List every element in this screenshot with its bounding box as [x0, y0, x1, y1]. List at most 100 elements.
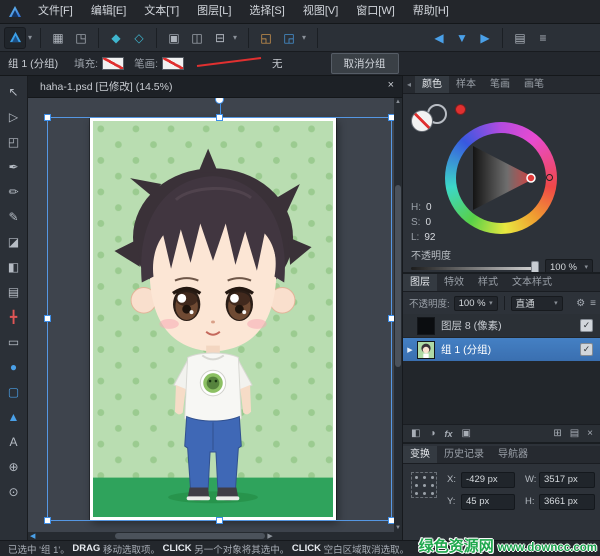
expander-icon[interactable]: ▶ — [403, 346, 417, 354]
horizontal-scroll-thumb[interactable] — [115, 533, 265, 539]
w-input[interactable]: 3517 px — [539, 472, 595, 488]
blend-mode-dropdown[interactable]: 直通 ▾ — [511, 296, 563, 311]
grid-icon[interactable]: ▦ — [48, 28, 68, 48]
selection-handle-middle-left[interactable] — [44, 315, 51, 322]
menu-text[interactable]: 文本[T] — [135, 0, 188, 23]
arrange-icon[interactable]: ▤ — [510, 28, 530, 48]
horizontal-scrollbar[interactable]: ◀ ▶ — [28, 532, 402, 540]
mask-layer-icon[interactable]: ◧ — [411, 428, 420, 439]
layer-name[interactable]: 组 1 (分组) — [441, 342, 580, 357]
opacity-slider-track[interactable] — [411, 267, 539, 270]
stroke-swatch[interactable] — [162, 57, 184, 70]
vertical-scrollbar[interactable]: ▲ ▼ — [394, 98, 402, 532]
anchor-selector[interactable] — [411, 472, 437, 498]
selection-new-icon[interactable]: ▣ — [164, 28, 184, 48]
tab-color[interactable]: 颜色 — [415, 76, 449, 93]
h-input[interactable]: 3661 px — [539, 494, 595, 510]
menu-edit[interactable]: 编辑[E] — [82, 0, 135, 23]
layer-thumbnail[interactable] — [417, 341, 435, 359]
tab-swatches[interactable]: 样本 — [449, 76, 483, 93]
tab-navigator[interactable]: 导航器 — [491, 446, 535, 463]
text-tool[interactable]: A — [1, 429, 27, 454]
tab-transform[interactable]: 变换 — [403, 446, 437, 463]
persona-caret-icon[interactable]: ▾ — [28, 33, 32, 42]
menu-layer[interactable]: 图层[L] — [188, 0, 240, 23]
hue-selector-dot[interactable] — [546, 174, 553, 181]
canvas-page[interactable] — [90, 118, 336, 520]
fill-swatch[interactable] — [102, 57, 124, 70]
selection-handle-bottom-left[interactable] — [44, 517, 51, 524]
ellipse-tool[interactable]: ● — [1, 354, 27, 379]
rounded-rectangle-tool[interactable]: ▢ — [1, 379, 27, 404]
layers-empty-area[interactable] — [403, 362, 600, 424]
color-wheel[interactable] — [445, 122, 557, 234]
crop-tool[interactable]: ◰ — [1, 129, 27, 154]
color-picker-tool[interactable]: ╋ — [1, 304, 27, 329]
pentagon-outline-icon[interactable]: ◇ — [129, 28, 149, 48]
node-tool[interactable]: ▷ — [1, 104, 27, 129]
menu-view[interactable]: 视图[V] — [294, 0, 347, 23]
menu-window[interactable]: 窗口[W] — [347, 0, 404, 23]
tab-effects[interactable]: 特效 — [437, 274, 471, 291]
chevron-left-icon[interactable]: ◂ — [403, 80, 415, 89]
scroll-left-icon[interactable]: ◀ — [30, 532, 35, 540]
layer-list-icon[interactable]: ▤ — [570, 428, 579, 439]
canvas-viewport[interactable]: ▲ ▼ — [28, 98, 402, 532]
scroll-up-icon[interactable]: ▲ — [394, 99, 402, 105]
document-tab[interactable]: haha-1.psd [已修改] (14.5%) — [28, 79, 184, 94]
selection-handle-top-left[interactable] — [44, 114, 51, 121]
menu-select[interactable]: 选择[S] — [240, 0, 293, 23]
layer-visibility-checkbox[interactable]: ✓ — [580, 343, 593, 356]
triangle-tool[interactable]: ▲ — [1, 404, 27, 429]
gradient-tool[interactable]: ▤ — [1, 279, 27, 304]
layer-visibility-checkbox[interactable]: ✓ — [580, 319, 593, 332]
pentagon-filled-icon[interactable]: ◆ — [106, 28, 126, 48]
fill-tool[interactable]: ◧ — [1, 254, 27, 279]
close-icon[interactable]: × — [388, 79, 394, 91]
rotation-handle[interactable] — [215, 98, 224, 104]
stroke-style-preview[interactable] — [194, 55, 264, 72]
selection-subtract-icon[interactable]: ⊟ — [210, 28, 230, 48]
layer-row-group-selected[interactable]: ▶ 组 1 (分组) ✓ — [403, 338, 600, 362]
menu-file[interactable]: 文件[F] — [29, 0, 82, 23]
stroke-width-value[interactable]: 无 — [272, 56, 283, 71]
adjustment-layer-icon[interactable]: ◑ — [429, 428, 435, 439]
x-input[interactable]: -429 px — [461, 472, 515, 488]
ungroup-button[interactable]: 取消分组 — [331, 53, 399, 74]
zoom-tool[interactable]: ⊙ — [1, 479, 27, 504]
selection-caret-icon[interactable]: ▾ — [233, 33, 237, 42]
persona-icon[interactable] — [4, 27, 26, 49]
vertical-scroll-thumb[interactable] — [395, 185, 401, 367]
delete-layer-icon[interactable]: × — [587, 428, 593, 439]
flip-horizontal-icon[interactable]: ◀ — [429, 28, 449, 48]
pan-tool[interactable]: ⊕ — [1, 454, 27, 479]
order-forward-icon[interactable]: ◱ — [256, 28, 276, 48]
group-layers-icon[interactable]: ▣ — [462, 428, 471, 439]
order-backward-icon[interactable]: ◲ — [279, 28, 299, 48]
pen-tool[interactable]: ✒ — [1, 154, 27, 179]
tab-text-styles[interactable]: 文本样式 — [505, 274, 559, 291]
fill-color-swatch[interactable] — [411, 110, 433, 132]
layer-row-pixel[interactable]: 图层 8 (像素) ✓ — [403, 314, 600, 338]
selection-add-icon[interactable]: ◫ — [187, 28, 207, 48]
scroll-down-icon[interactable]: ▼ — [394, 525, 402, 531]
tab-stroke[interactable]: 笔画 — [483, 76, 517, 93]
layer-name[interactable]: 图层 8 (像素) — [441, 318, 580, 333]
rotate-icon[interactable]: ▶ — [475, 28, 495, 48]
flip-vertical-icon[interactable]: ▼ — [452, 28, 472, 48]
add-layer-icon[interactable]: ⊞ — [553, 428, 561, 439]
order-caret-icon[interactable]: ▾ — [302, 33, 306, 42]
tab-layers[interactable]: 图层 — [403, 274, 437, 291]
brush-tool[interactable]: ✎ — [1, 204, 27, 229]
rectangle-tool[interactable]: ▭ — [1, 329, 27, 354]
layers-opacity-dropdown[interactable]: 100 % ▾ — [454, 296, 498, 311]
layer-thumbnail[interactable] — [417, 317, 435, 335]
eraser-tool[interactable]: ◪ — [1, 229, 27, 254]
gear-icon[interactable]: ⚙ — [576, 298, 585, 309]
menu-help[interactable]: 帮助[H] — [404, 0, 458, 23]
tab-brushes[interactable]: 画笔 — [517, 76, 551, 93]
recent-color-dot[interactable] — [455, 104, 466, 115]
snapping-icon[interactable]: ◳ — [71, 28, 91, 48]
y-input[interactable]: 45 px — [461, 494, 515, 510]
scroll-right-icon[interactable]: ▶ — [267, 532, 272, 540]
